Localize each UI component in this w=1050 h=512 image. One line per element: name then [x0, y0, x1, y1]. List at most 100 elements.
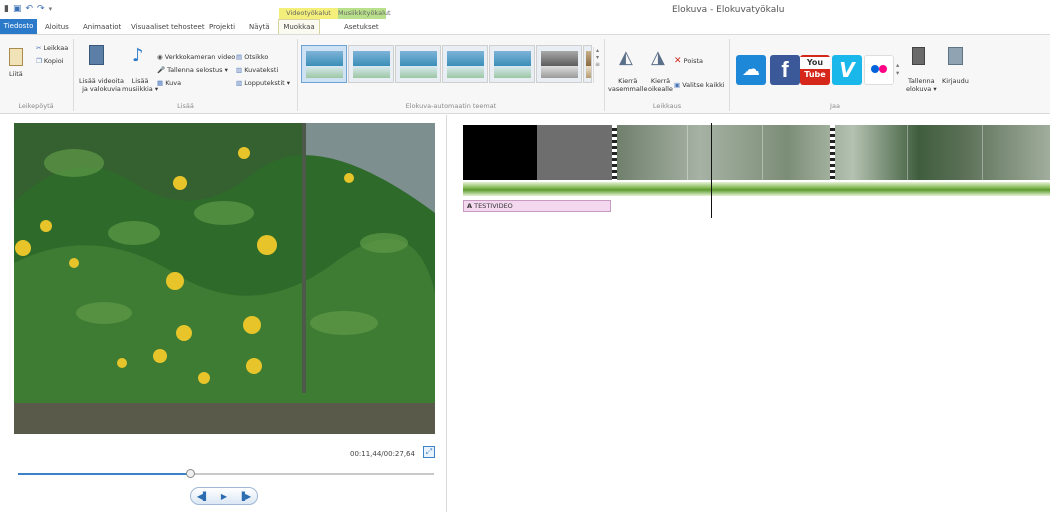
webcam-video-button[interactable]: ◉ Verkkokameran video: [157, 53, 235, 61]
theme-pan-zoom[interactable]: [442, 45, 488, 83]
add-videos-button[interactable]: Lisää videoita ja valokuvia: [79, 77, 124, 93]
paste-button[interactable]: Liitä: [9, 70, 23, 78]
previous-frame-icon[interactable]: ◀▌: [197, 492, 209, 501]
video-frame: [14, 123, 435, 434]
onedrive-icon[interactable]: ☁: [736, 55, 766, 85]
rotate-left-icon[interactable]: ◭: [619, 49, 633, 67]
save-movie-button[interactable]: Tallenna elokuva ▾: [906, 77, 937, 93]
add-group-label: Lisää: [177, 102, 194, 110]
credits-button[interactable]: ▧ Lopputekstit ▾: [236, 79, 290, 87]
scroll-down-icon[interactable]: ▾: [594, 54, 601, 61]
remove-button[interactable]: ✕ Poista: [674, 57, 703, 66]
theme-sepia[interactable]: [583, 45, 592, 83]
title-label: Otsikko: [244, 53, 269, 61]
tab-visual-effects[interactable]: Visuaaliset tehosteet: [131, 23, 205, 31]
share-scroll-down-icon[interactable]: ▾: [896, 69, 899, 77]
webcam-icon: ◉: [157, 53, 163, 61]
film-strip-icon[interactable]: [89, 45, 104, 65]
theme-contemporary[interactable]: [348, 45, 394, 83]
tab-options[interactable]: Asetukset: [344, 23, 379, 31]
play-icon[interactable]: ▶: [221, 492, 227, 501]
share-scroll-up-icon[interactable]: ▴: [896, 61, 899, 69]
scissors-icon: ✂: [36, 44, 42, 52]
theme-default[interactable]: [301, 45, 347, 83]
app-menu-icon[interactable]: ▮: [4, 3, 9, 15]
rotate-left-button[interactable]: Kierrä vasemmalle: [608, 77, 647, 93]
video-track[interactable]: [463, 125, 1050, 180]
separator: [729, 39, 730, 111]
save-icon[interactable]: ▣: [13, 3, 22, 15]
clip-video-frames[interactable]: [612, 125, 1050, 180]
music-note-icon[interactable]: ♪: [132, 47, 144, 65]
clip-gray[interactable]: [537, 125, 612, 180]
frame-divider: [907, 125, 908, 180]
snapshot-icon: ▦: [157, 79, 164, 87]
flickr-blue-dot: [871, 65, 879, 73]
theme-cinematic[interactable]: [489, 45, 535, 83]
caption-icon: ▥: [236, 66, 243, 74]
more-icon[interactable]: ≡: [594, 61, 601, 68]
copy-button[interactable]: ❐ Kopioi: [36, 57, 64, 65]
select-all-label: Valitse kaikki: [682, 81, 725, 89]
share-group-label: Jaa: [830, 102, 840, 110]
save-movie-label-1: Tallenna: [907, 77, 935, 85]
signin-icon[interactable]: [948, 47, 963, 65]
theme-black-white[interactable]: [536, 45, 582, 83]
facebook-icon[interactable]: f: [770, 55, 800, 85]
separator: [73, 39, 74, 111]
scroll-up-icon[interactable]: ▴: [594, 47, 601, 54]
flickr-icon[interactable]: [864, 55, 894, 85]
window-title: Elokuva - Elokuvatyökalu: [672, 5, 785, 15]
copy-icon: ❐: [36, 57, 42, 65]
rotate-right-icon[interactable]: ◮: [651, 49, 665, 67]
rotate-right-button[interactable]: Kierrä oikealle: [648, 77, 673, 93]
copy-label: Kopioi: [43, 57, 64, 65]
facebook-glyph: f: [781, 57, 789, 82]
record-narration-button[interactable]: 🎤 Tallenna selostus ▾: [157, 66, 228, 74]
add-music-label-1: Lisää: [131, 77, 149, 85]
paste-icon[interactable]: [9, 48, 23, 66]
add-music-button[interactable]: Lisää musiikkia ▾: [122, 77, 158, 93]
tab-home[interactable]: Aloitus: [45, 23, 69, 31]
rotate-right-label-2: oikealle: [648, 85, 673, 93]
tab-project[interactable]: Projekti: [209, 23, 235, 31]
qat-dropdown-icon[interactable]: ▾: [49, 3, 53, 15]
playhead[interactable]: [711, 123, 712, 218]
caption-clip-label: TESTIVIDEO: [474, 202, 513, 210]
fullscreen-button[interactable]: ⤢: [423, 446, 435, 458]
caption-button[interactable]: ▥ Kuvateksti: [236, 66, 278, 74]
themes-scroll[interactable]: ▴ ▾ ≡: [593, 47, 601, 83]
cut-button[interactable]: ✂ Leikkaa: [36, 44, 68, 52]
title-button[interactable]: ▤ Otsikko: [236, 53, 268, 61]
save-movie-icon[interactable]: [912, 47, 925, 65]
clip-black[interactable]: [463, 125, 537, 180]
seek-bar[interactable]: [18, 473, 434, 475]
audio-waveform[interactable]: [463, 182, 1050, 196]
credits-label: Lopputekstit ▾: [244, 79, 291, 87]
caption-type-icon: A: [467, 202, 473, 210]
themes-group-label: Elokuva-automaatin teemat: [405, 102, 497, 110]
microphone-icon: 🎤: [157, 66, 166, 74]
transition-marker: [612, 125, 617, 180]
snapshot-button[interactable]: ▦ Kuva: [157, 79, 181, 87]
undo-icon[interactable]: ↶: [25, 3, 33, 15]
caption-clip[interactable]: A TESTIVIDEO: [463, 200, 611, 212]
youtube-icon[interactable]: You Tube: [800, 55, 830, 85]
tab-view[interactable]: Näytä: [249, 23, 270, 31]
tab-animations[interactable]: Animaatiot: [83, 23, 121, 31]
frame-divider: [687, 125, 688, 180]
select-all-button[interactable]: ▣ Valitse kaikki: [674, 81, 725, 89]
select-all-icon: ▣: [674, 81, 681, 89]
ribbon-tabs: Tiedosto Aloitus Animaatiot Visuaaliset …: [0, 19, 1050, 34]
seek-thumb[interactable]: [186, 469, 196, 478]
redo-icon[interactable]: ↷: [37, 3, 45, 15]
signin-button[interactable]: Kirjaudu: [942, 77, 969, 85]
theme-fade[interactable]: [395, 45, 441, 83]
tab-edit[interactable]: Muokkaa: [278, 19, 320, 34]
tab-file[interactable]: Tiedosto: [0, 19, 37, 34]
share-scroll[interactable]: ▴ ▾: [896, 61, 899, 77]
vimeo-icon[interactable]: V: [832, 55, 862, 85]
video-preview[interactable]: [14, 123, 435, 434]
youtube-label-1: You: [800, 57, 830, 69]
next-frame-icon[interactable]: ▐▶: [239, 492, 251, 501]
